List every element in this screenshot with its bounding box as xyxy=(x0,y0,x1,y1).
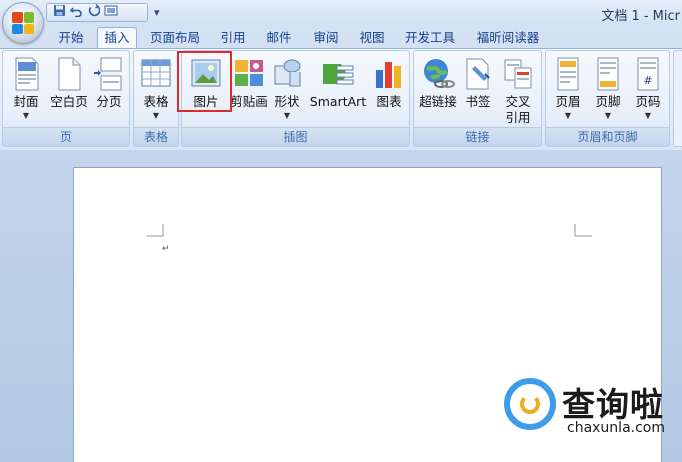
cross-reference-button[interactable]: 交叉 引用 xyxy=(498,51,538,129)
group-label-tables: 表格 xyxy=(134,127,178,146)
redo-icon[interactable] xyxy=(87,4,101,21)
watermark-title: 查询啦 xyxy=(562,385,664,424)
svg-text:#: # xyxy=(643,74,652,87)
page-break-label: 分页 xyxy=(96,94,122,109)
smartart-label: SmartArt xyxy=(309,94,367,109)
tab-page-layout[interactable]: 页面布局 xyxy=(146,28,204,48)
office-logo-icon xyxy=(12,12,34,34)
group-links: 超链接 书签 交叉 引用 链接 xyxy=(413,50,542,147)
chevron-down-icon: ▼ xyxy=(152,111,160,120)
title-bar: ▾ 文档 1 - Micr xyxy=(0,0,682,26)
smartart-icon xyxy=(321,56,355,92)
group-label-pages: 页 xyxy=(3,127,129,146)
chevron-down-icon: ▼ xyxy=(604,111,612,120)
tab-home[interactable]: 开始 xyxy=(54,28,88,48)
header-button[interactable]: 页眉 ▼ xyxy=(548,51,588,129)
chart-label: 图表 xyxy=(376,94,402,109)
table-icon xyxy=(139,56,173,92)
shapes-button[interactable]: 形状 ▼ xyxy=(270,51,304,129)
group-overflow xyxy=(673,50,682,147)
blank-page-button[interactable]: 空白页 xyxy=(47,51,91,129)
cross-reference-label-line2: 引用 xyxy=(505,110,531,125)
tab-developer[interactable]: 开发工具 xyxy=(401,28,459,48)
cross-reference-icon xyxy=(501,56,535,92)
page-number-label: 页码 xyxy=(635,94,661,109)
cover-page-label: 封面 xyxy=(13,94,39,109)
shapes-icon xyxy=(270,56,304,92)
group-header-footer: 页眉 ▼ 页脚 ▼ # 页码 ▼ 页眉和页脚 xyxy=(545,50,670,147)
tab-view[interactable]: 视图 xyxy=(355,28,389,48)
print-preview-icon[interactable] xyxy=(104,4,118,21)
table-label: 表格 xyxy=(143,94,169,109)
clip-art-label: 剪贴画 xyxy=(230,94,268,109)
cross-reference-label-line1: 交叉 xyxy=(505,94,531,109)
office-button[interactable] xyxy=(2,2,44,44)
customize-qat-icon[interactable]: ▾ xyxy=(154,6,160,19)
hyperlink-label: 超链接 xyxy=(419,94,457,109)
cover-page-button[interactable]: 封面 ▼ xyxy=(7,51,45,129)
blank-page-label: 空白页 xyxy=(50,94,88,109)
picture-button-highlight xyxy=(177,51,232,112)
paragraph-mark: ↵ xyxy=(162,244,170,254)
chevron-down-icon: ▼ xyxy=(283,111,291,120)
page-number-icon: # xyxy=(631,56,665,92)
footer-button[interactable]: 页脚 ▼ xyxy=(588,51,628,129)
table-button[interactable]: 表格 ▼ xyxy=(136,51,176,129)
undo-icon[interactable] xyxy=(69,4,83,21)
bookmark-button[interactable]: 书签 xyxy=(460,51,496,129)
group-label-header-footer: 页眉和页脚 xyxy=(546,127,669,146)
tab-references[interactable]: 引用 xyxy=(216,28,250,48)
tab-mailings[interactable]: 邮件 xyxy=(262,28,296,48)
margin-corner-top-left xyxy=(147,224,165,238)
watermark-url: chaxunla.com xyxy=(567,420,665,436)
tab-review[interactable]: 审阅 xyxy=(309,28,343,48)
group-tables: 表格 ▼ 表格 xyxy=(133,50,179,147)
shapes-label: 形状 xyxy=(274,94,300,109)
margin-corner-top-right xyxy=(574,224,592,238)
watermark-logo-icon xyxy=(504,378,556,430)
group-label-illustrations: 插图 xyxy=(182,127,409,146)
page-number-button[interactable]: # 页码 ▼ xyxy=(628,51,668,129)
clip-art-icon xyxy=(232,56,266,92)
cover-page-icon xyxy=(9,56,43,92)
tab-foxit-reader[interactable]: 福昕阅读器 xyxy=(472,28,544,48)
group-pages: 封面 ▼ 空白页 分页 页 xyxy=(2,50,130,147)
smartart-button[interactable]: SmartArt xyxy=(306,51,370,129)
chevron-down-icon: ▼ xyxy=(564,111,572,120)
bookmark-icon xyxy=(461,56,495,92)
globe-link-icon xyxy=(421,56,455,92)
ribbon: 封面 ▼ 空白页 分页 页 表格 ▼ 表格 图片 剪贴画 形状 ▼ SmartA… xyxy=(0,48,682,150)
header-icon xyxy=(551,56,585,92)
page-break-button[interactable]: 分页 xyxy=(91,51,127,129)
page-break-icon xyxy=(92,56,126,92)
blank-page-icon xyxy=(52,56,86,92)
chevron-down-icon: ▼ xyxy=(644,111,652,120)
quick-access-toolbar xyxy=(46,3,148,22)
footer-label: 页脚 xyxy=(595,94,621,109)
footer-icon xyxy=(591,56,625,92)
bookmark-label: 书签 xyxy=(465,94,491,109)
window-title: 文档 1 - Micr xyxy=(601,9,680,24)
clip-art-button[interactable]: 剪贴画 xyxy=(228,51,270,129)
group-label-links: 链接 xyxy=(414,127,541,146)
chart-button[interactable]: 图表 xyxy=(370,51,408,129)
chart-icon xyxy=(372,56,406,92)
chevron-down-icon: ▼ xyxy=(22,111,30,120)
tab-insert[interactable]: 插入 xyxy=(97,27,137,49)
header-label: 页眉 xyxy=(555,94,581,109)
ribbon-tabs: 开始 插入 页面布局 引用 邮件 审阅 视图 开发工具 福昕阅读器 xyxy=(0,26,682,49)
save-icon[interactable] xyxy=(53,4,66,21)
hyperlink-button[interactable]: 超链接 xyxy=(416,51,460,129)
